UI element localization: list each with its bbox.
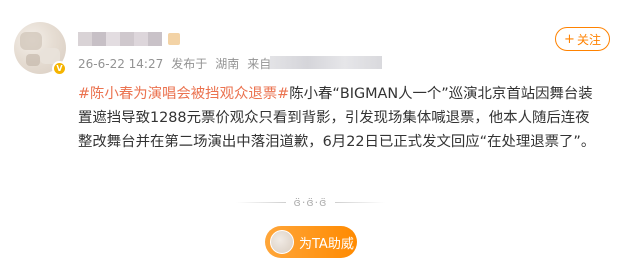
avatar-blur: [20, 32, 42, 50]
from-prefix: 来自: [247, 57, 272, 71]
divider-glyphs: ɞ̈·ɞ̈·ɞ̈: [293, 195, 328, 209]
cheer-avatar: [270, 230, 294, 254]
source-prefix: 发布于: [171, 57, 208, 71]
hashtag-link[interactable]: #陈小春为演唱会被挡观众退票#: [78, 86, 289, 102]
source-mosaic: [270, 56, 382, 69]
post-content: #陈小春为演唱会被挡观众退票#陈小春“BIGMAN人一个”巡演北京首站因舞台装 …: [78, 82, 614, 154]
cheer-label: 为TA助威: [299, 236, 354, 252]
vip-badge-mosaic: [168, 33, 180, 45]
cheer-button[interactable]: 为TA助威: [265, 226, 357, 258]
follow-button[interactable]: + 关注: [555, 27, 610, 51]
verified-badge-icon: V: [52, 61, 67, 76]
follow-label: 关注: [576, 32, 601, 47]
divider-line: [335, 201, 386, 203]
post-line-1: #陈小春为演唱会被挡观众退票#陈小春“BIGMAN人一个”巡演北京首站因舞台装: [78, 82, 614, 106]
divider-line: [235, 201, 286, 203]
post-timestamp[interactable]: 26-6-22 14:27: [78, 57, 163, 71]
post-meta: 26-6-22 14:27 发布于 湖南 来自: [78, 55, 271, 72]
username-mosaic[interactable]: [78, 30, 162, 48]
post-text: 陈小春“BIGMAN人一个”巡演北京首站因舞台装: [289, 86, 593, 102]
post-line-3: 整改舞台并在第二场演出中落泪道歉，6月22日已正式发文回应“在处理退票了”。: [78, 134, 596, 150]
section-divider: ɞ̈·ɞ̈·ɞ̈: [200, 195, 421, 209]
avatar-blur: [26, 54, 40, 66]
post-line-2: 置遮挡导致1288元票价观众只看到背影，引发现场集体喊退票，他本人随后连夜: [78, 110, 590, 126]
post-location: 湖南: [215, 57, 240, 71]
plus-icon: +: [564, 31, 575, 47]
